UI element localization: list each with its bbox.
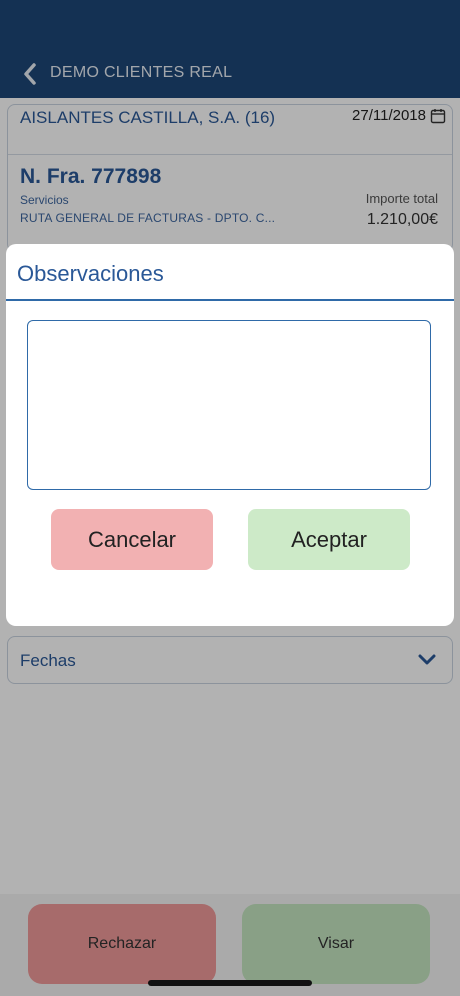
screen: DEMO CLIENTES REAL AISLANTES CASTILLA, S… <box>0 0 460 996</box>
accept-button[interactable]: Aceptar <box>248 509 410 570</box>
observations-textarea[interactable] <box>27 320 431 490</box>
cancel-button[interactable]: Cancelar <box>51 509 213 570</box>
dialog-divider <box>6 299 454 301</box>
dialog-title: Observaciones <box>17 261 164 286</box>
home-indicator <box>148 980 312 986</box>
observations-dialog: Observaciones Cancelar Aceptar <box>6 244 454 626</box>
